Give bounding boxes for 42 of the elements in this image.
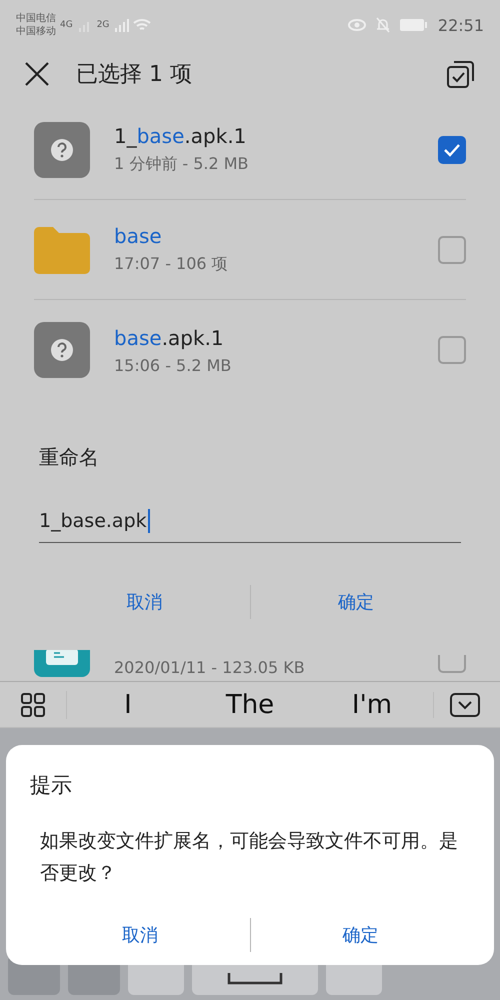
- file-name: 1_base.apk.1: [114, 124, 248, 148]
- word-suggestion[interactable]: The: [189, 688, 311, 720]
- file-details: 17:07 - 106 项: [114, 254, 229, 275]
- file-details: 15:06 - 5.2 MB: [114, 356, 232, 374]
- network-type: 2G: [96, 20, 110, 30]
- bell-off-icon: [376, 17, 390, 33]
- eye-icon: [348, 18, 366, 32]
- clock: 22:51: [438, 16, 484, 34]
- check-icon: [443, 142, 461, 156]
- folder-icon: [34, 226, 90, 274]
- space-bar-icon: [227, 971, 283, 985]
- cancel-button[interactable]: 取消: [39, 582, 250, 622]
- unknown-file-icon: [34, 322, 90, 378]
- rename-title: 重命名: [39, 444, 100, 471]
- file-details: 2020/01/11 - 123.05 KB: [114, 658, 306, 677]
- signal-icon: [113, 18, 130, 32]
- file-details: 1 分钟前 - 5.2 MB: [114, 154, 250, 175]
- word-suggestion[interactable]: I: [67, 688, 189, 720]
- wifi-icon: [133, 18, 152, 32]
- carrier-label: 中国移动: [16, 25, 56, 38]
- document-icon: [34, 650, 90, 677]
- unknown-file-icon: [34, 122, 90, 178]
- file-name: base.apk.1: [114, 326, 225, 350]
- grid-icon: [20, 692, 46, 718]
- file-name: base: [114, 224, 163, 248]
- dialog-title: 提示: [30, 772, 73, 799]
- checkbox[interactable]: [438, 336, 466, 364]
- checkbox[interactable]: [438, 655, 466, 673]
- cancel-button[interactable]: 取消: [30, 915, 250, 955]
- carrier-label: 中国电信: [16, 12, 56, 25]
- checkbox[interactable]: [438, 236, 466, 264]
- confirm-button[interactable]: 确定: [250, 915, 470, 955]
- name-input-field[interactable]: 1_base.apk: [39, 499, 461, 543]
- close-button[interactable]: [24, 61, 50, 87]
- network-type: 4G: [60, 20, 73, 30]
- selection-title: 已选择 1 项: [76, 61, 193, 89]
- confirm-button[interactable]: 确定: [250, 582, 461, 622]
- select-all-button[interactable]: [446, 59, 476, 89]
- checkbox[interactable]: [438, 136, 466, 164]
- word-suggestion[interactable]: I'm: [311, 688, 433, 720]
- dialog-message: 如果改变文件扩展名，可能会导致文件不可用。是否更改？: [40, 829, 459, 886]
- battery-icon: [400, 18, 428, 32]
